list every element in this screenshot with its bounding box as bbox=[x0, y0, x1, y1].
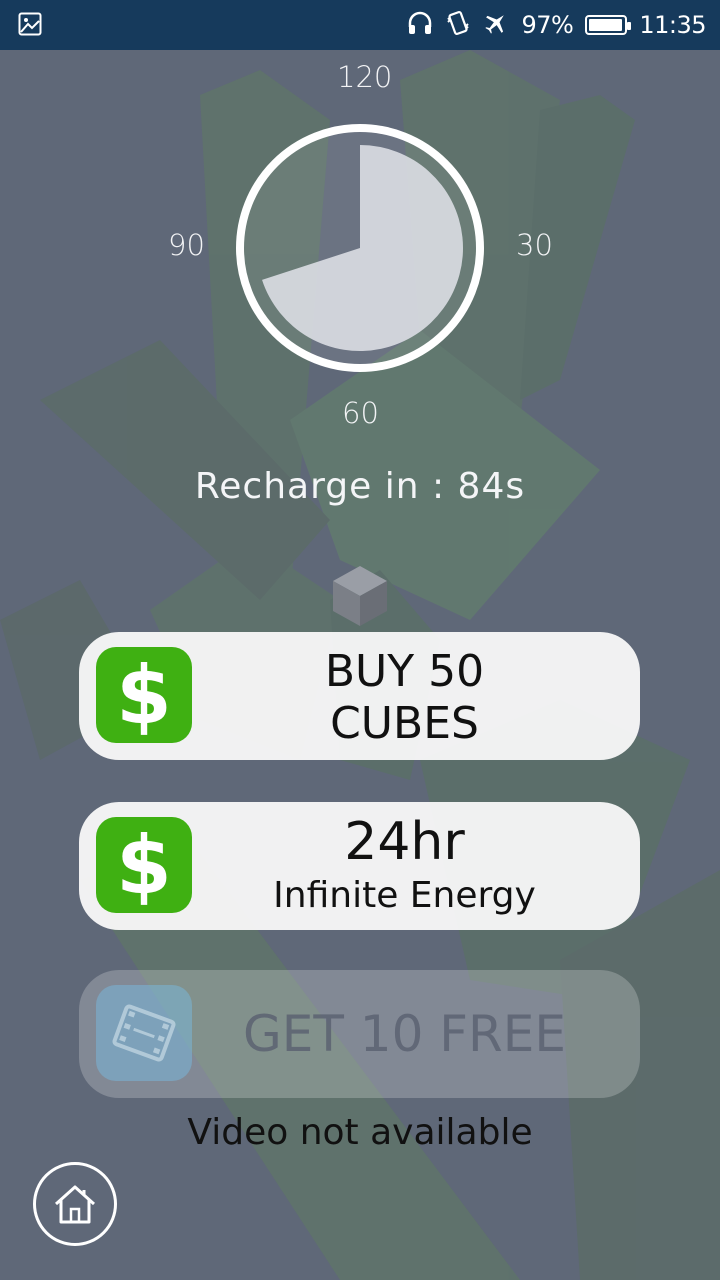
infinite-energy-button[interactable]: $ 24hr Infinite Energy bbox=[79, 802, 640, 930]
infinite-energy-line1: 24hr bbox=[344, 812, 465, 872]
video-not-available-text: Video not available bbox=[187, 1112, 533, 1153]
get-free-cubes-button[interactable]: GET 10 FREE bbox=[79, 970, 640, 1098]
film-icon bbox=[96, 985, 192, 1081]
svg-text:$: $ bbox=[116, 823, 172, 907]
airplane-icon bbox=[483, 10, 509, 40]
dial-label-30: 30 bbox=[516, 228, 553, 262]
recharge-timer: Recharge in : 84s bbox=[194, 466, 526, 507]
battery-percent: 97% bbox=[521, 11, 574, 39]
headphones-icon bbox=[407, 10, 433, 40]
buy-cubes-button[interactable]: $ BUY 50 CUBES bbox=[79, 632, 640, 760]
get-free-label: GET 10 FREE bbox=[243, 1005, 566, 1063]
dollar-icon: $ bbox=[96, 647, 192, 743]
vibrate-icon bbox=[445, 10, 471, 40]
dial-label-60: 60 bbox=[342, 396, 379, 430]
dollar-icon: $ bbox=[96, 817, 192, 913]
image-icon bbox=[18, 12, 42, 40]
svg-text:$: $ bbox=[116, 653, 172, 737]
infinite-energy-line2: Infinite Energy bbox=[273, 875, 536, 916]
energy-dial bbox=[236, 124, 484, 372]
status-bar: 97% 11:35 bbox=[0, 0, 720, 50]
dial-label-120: 120 bbox=[337, 60, 393, 94]
buy-cubes-line2: CUBES bbox=[330, 698, 479, 749]
home-button[interactable] bbox=[33, 1162, 117, 1246]
dial-label-90: 90 bbox=[168, 228, 205, 262]
buy-cubes-line1: BUY 50 bbox=[324, 646, 485, 697]
home-icon bbox=[54, 1185, 96, 1224]
clock: 11:35 bbox=[639, 11, 706, 39]
battery-icon bbox=[585, 15, 632, 35]
player-cube bbox=[333, 566, 387, 626]
